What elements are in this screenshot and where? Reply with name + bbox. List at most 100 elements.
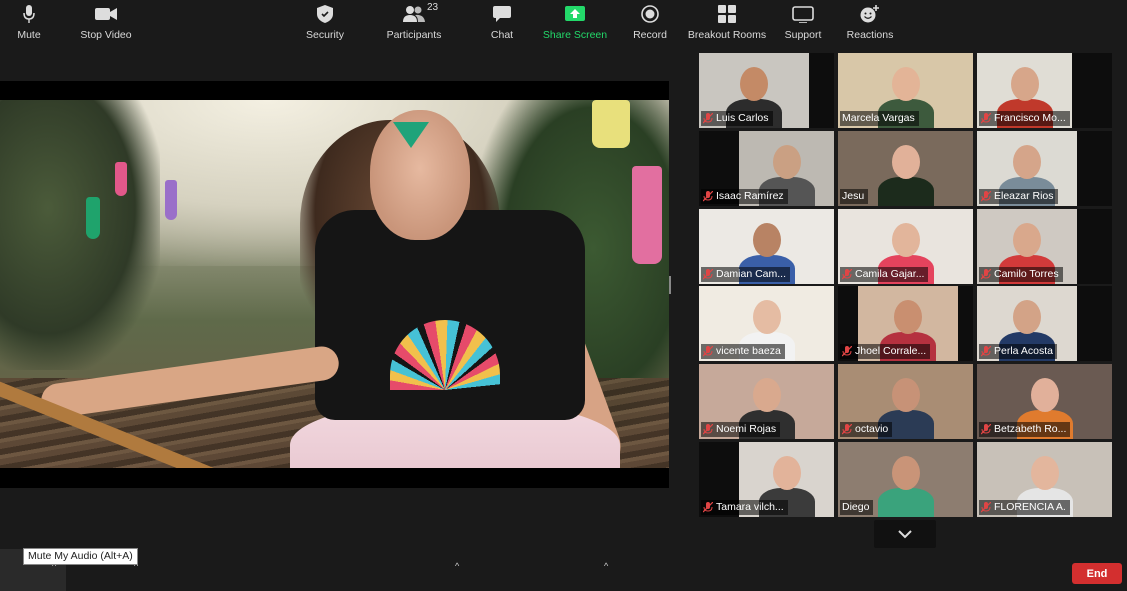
support-label: Support <box>784 29 822 41</box>
participant-face <box>891 378 920 412</box>
participant-tile[interactable]: Noemi Rojas <box>699 364 834 439</box>
end-meeting-button[interactable]: End <box>1072 563 1122 584</box>
participant-face <box>752 378 781 412</box>
participant-tile[interactable]: octavio <box>838 364 973 439</box>
share-screen-icon <box>565 4 585 24</box>
participant-name-tag: Camilo Torres <box>979 267 1063 282</box>
participant-face <box>772 456 801 490</box>
participant-name: Tamara vilch... <box>716 501 784 513</box>
participant-tile[interactable]: Francisco Mo... <box>977 53 1112 128</box>
shared-video-frame <box>0 100 669 468</box>
security-label: Security <box>306 29 344 41</box>
participant-face <box>1013 300 1041 334</box>
mute-button[interactable]: Mute <box>14 4 44 42</box>
video-camera-icon <box>95 4 117 24</box>
participants-options-caret[interactable]: ^ <box>455 561 459 571</box>
participant-name-tag: octavio <box>840 422 893 437</box>
record-icon <box>641 4 659 24</box>
participant-name: Marcela Vargas <box>842 112 915 124</box>
support-icon <box>792 4 814 24</box>
participant-name-tag: Betzabeth Ro... <box>979 422 1071 437</box>
participants-count: 23 <box>427 2 439 13</box>
reactions-label: Reactions <box>846 29 894 41</box>
muted-microphone-icon <box>703 113 713 124</box>
participant-tile[interactable]: Jhoel Corrale... <box>838 286 973 361</box>
muted-microphone-icon <box>842 269 852 280</box>
muted-microphone-icon <box>981 269 991 280</box>
mute-label: Mute <box>17 29 41 41</box>
participant-tile[interactable]: Diego <box>838 442 973 517</box>
participant-name: Damian Cam... <box>716 268 787 280</box>
participant-face <box>891 223 920 257</box>
participant-name-tag: Luis Carlos <box>701 111 773 126</box>
participants-button[interactable]: 23 Participants <box>386 2 442 42</box>
breakout-rooms-button[interactable]: Breakout Rooms <box>688 4 766 42</box>
participant-tile[interactable]: Luis Carlos <box>699 53 834 128</box>
participant-name-tag: Noemi Rojas <box>701 422 781 437</box>
participant-name: Noemi Rojas <box>716 423 777 435</box>
participant-face <box>1013 145 1041 179</box>
panel-resize-handle[interactable] <box>669 276 671 294</box>
hanging-bottle <box>592 100 630 148</box>
participant-tile[interactable]: Eleazar Rios <box>977 131 1112 206</box>
shared-screen[interactable] <box>0 81 669 488</box>
muted-microphone-icon <box>981 113 991 124</box>
participant-tile[interactable]: vicente baeza <box>699 286 834 361</box>
muted-microphone-icon <box>981 346 991 357</box>
participant-name-tag: Eleazar Rios <box>979 189 1058 204</box>
participant-name: Eleazar Rios <box>994 190 1054 202</box>
share-options-caret[interactable]: ^ <box>604 561 608 571</box>
participant-name-tag: FLORENCIA A. <box>979 500 1070 515</box>
participant-tile[interactable]: Camilo Torres <box>977 209 1112 284</box>
participant-tile[interactable]: FLORENCIA A. <box>977 442 1112 517</box>
participants-icon: 23 <box>403 2 438 24</box>
participant-tile[interactable]: Betzabeth Ro... <box>977 364 1112 439</box>
chevron-down-icon <box>898 529 912 538</box>
participant-name: Diego <box>842 501 870 513</box>
participant-name: Camila Gajar... <box>855 268 925 280</box>
participant-tile[interactable]: Damian Cam... <box>699 209 834 284</box>
support-button[interactable]: Support <box>784 4 822 42</box>
participant-tile[interactable]: Jesu <box>838 131 973 206</box>
participant-name: Betzabeth Ro... <box>994 423 1067 435</box>
participant-name: Isaac Ramírez <box>716 190 784 202</box>
security-button[interactable]: Security <box>305 4 345 42</box>
hanging-bottle <box>86 197 100 239</box>
participant-name: Camilo Torres <box>994 268 1059 280</box>
participant-name-tag: vicente baeza <box>701 344 785 359</box>
participant-face <box>891 145 920 179</box>
participant-name-tag: Camila Gajar... <box>840 267 929 282</box>
participant-tile[interactable]: Perla Acosta <box>977 286 1112 361</box>
participant-name: vicente baeza <box>716 345 781 357</box>
meeting-toolbar <box>0 549 1127 591</box>
muted-microphone-icon <box>703 191 713 202</box>
reactions-button[interactable]: Reactions <box>846 4 894 42</box>
participant-name-tag: Damian Cam... <box>701 267 791 282</box>
participant-body <box>877 488 934 517</box>
gallery-next-page-button[interactable] <box>874 520 936 548</box>
stop-video-label: Stop Video <box>80 29 132 41</box>
chat-bubble-icon <box>493 4 511 24</box>
participant-body <box>877 177 934 206</box>
participant-tile[interactable]: Camila Gajar... <box>838 209 973 284</box>
muted-microphone-icon <box>703 346 713 357</box>
participant-name-tag: Francisco Mo... <box>979 111 1070 126</box>
participant-name-tag: Jhoel Corrale... <box>840 344 931 359</box>
participant-name: octavio <box>855 423 889 435</box>
share-screen-button[interactable]: Share Screen <box>543 4 607 42</box>
mute-tooltip: Mute My Audio (Alt+A) <box>23 548 138 565</box>
participant-tile[interactable]: Tamara vilch... <box>699 442 834 517</box>
chat-button[interactable]: Chat <box>489 4 515 42</box>
participant-face <box>1010 67 1039 101</box>
participant-tile[interactable]: Isaac Ramírez <box>699 131 834 206</box>
stop-video-button[interactable]: Stop Video <box>80 4 132 42</box>
participant-tile[interactable]: Marcela Vargas <box>838 53 973 128</box>
muted-microphone-icon <box>842 424 852 435</box>
participants-label: Participants <box>386 29 442 41</box>
participant-face <box>1013 223 1041 257</box>
participant-face <box>752 223 781 257</box>
participant-name: Jesu <box>842 190 865 202</box>
muted-microphone-icon <box>981 502 991 513</box>
record-button[interactable]: Record <box>633 4 667 42</box>
participant-name-tag: Isaac Ramírez <box>701 189 788 204</box>
